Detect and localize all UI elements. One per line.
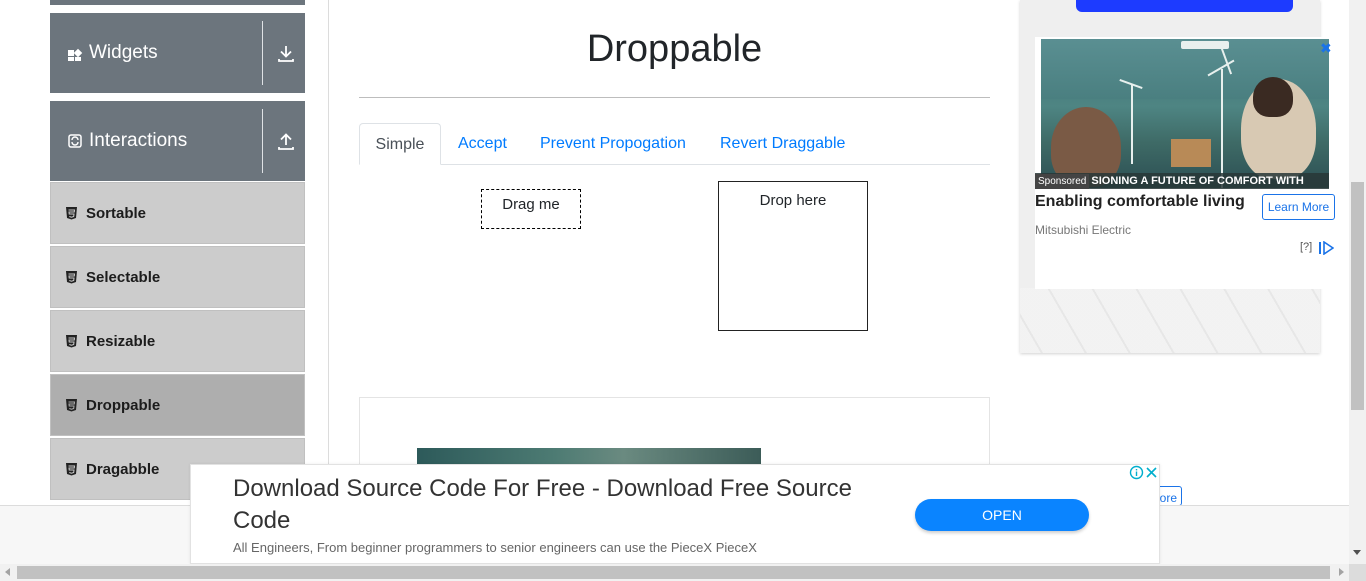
sidebar-item-label: Resizable xyxy=(86,332,156,350)
upload-arrow-icon[interactable] xyxy=(276,131,296,151)
page-title: Droppable xyxy=(586,28,763,70)
close-icon[interactable] xyxy=(1144,465,1159,480)
ad-caption: Sponsored SIONING A FUTURE OF COMFORT WIT… xyxy=(1035,173,1329,189)
ad-image[interactable] xyxy=(1041,39,1329,188)
ad-image-house xyxy=(1171,139,1211,167)
learn-more-button[interactable]: Learn More xyxy=(1262,194,1335,220)
widgets-icon xyxy=(67,45,83,61)
sidebar-item-label: Dragabble xyxy=(86,460,160,478)
html5-icon xyxy=(65,398,78,412)
ad-image-turbine xyxy=(1131,84,1133,164)
vertical-scrollbar-thumb[interactable] xyxy=(1351,182,1364,410)
scroll-left-arrow-icon[interactable] xyxy=(5,568,10,576)
sponsored-label: Sponsored xyxy=(1035,174,1090,189)
vertical-scrollbar[interactable] xyxy=(1349,0,1366,564)
download-arrow-icon[interactable] xyxy=(276,43,296,63)
html5-icon xyxy=(65,334,78,348)
scroll-down-arrow-icon[interactable] xyxy=(1353,550,1361,555)
title-divider xyxy=(359,97,990,98)
tab-revert-draggable[interactable]: Revert Draggable xyxy=(720,123,845,165)
sidebar-item-label: Droppable xyxy=(86,396,161,414)
scroll-right-arrow-icon[interactable] xyxy=(1339,568,1344,576)
droppable-target[interactable]: Drop here xyxy=(718,181,868,331)
sidebar-item-label: Sortable xyxy=(86,204,147,222)
interactions-group-label: Interactions xyxy=(89,130,188,151)
tab-accept[interactable]: Accept xyxy=(458,123,507,165)
ad-headline[interactable]: Enabling comfortable living xyxy=(1035,193,1245,211)
interactions-icon xyxy=(67,133,83,149)
bottom-banner-ad[interactable]: Download Source Code For Free - Download… xyxy=(190,464,1160,564)
html5-icon xyxy=(65,206,78,220)
scrollbar-corner xyxy=(1349,564,1366,581)
sidebar-item-selectable[interactable]: Selectable xyxy=(50,246,305,308)
ad-background-pattern xyxy=(1020,288,1320,353)
ad-image-turbine xyxy=(1221,69,1223,188)
horizontal-scrollbar-thumb[interactable] xyxy=(17,566,1330,579)
banner-title[interactable]: Download Source Code For Free - Download… xyxy=(233,473,873,537)
ad-image-hair xyxy=(1253,77,1293,117)
banner-description: All Engineers, From beginner programmers… xyxy=(233,540,757,555)
group-header-divider xyxy=(262,21,263,85)
ad-button-edge[interactable] xyxy=(1076,0,1293,12)
ad-advertiser[interactable]: Mitsubishi Electric xyxy=(1035,223,1131,237)
sidebar-item-droppable[interactable]: Droppable xyxy=(50,374,305,436)
tab-bar: Simple Accept Prevent Propogation Revert… xyxy=(359,123,990,165)
group-header-divider xyxy=(262,109,263,173)
close-icon[interactable]: ✖ xyxy=(1320,40,1332,57)
ad-caption-text: SIONING A FUTURE OF COMFORT WITH xyxy=(1091,175,1304,187)
sidebar-item-label: Selectable xyxy=(86,268,161,286)
interactions-group-header[interactable]: Interactions xyxy=(50,101,305,181)
info-icon[interactable] xyxy=(1129,465,1144,480)
tab-simple[interactable]: Simple xyxy=(359,123,441,165)
sidebar-item-sortable[interactable]: Sortable xyxy=(50,182,305,244)
draggable-box[interactable]: Drag me xyxy=(481,189,581,229)
ad-choices-label[interactable]: [?] xyxy=(1300,241,1312,253)
adchoices-icon[interactable] xyxy=(1318,240,1335,256)
horizontal-scrollbar[interactable] xyxy=(0,564,1366,581)
html5-icon xyxy=(65,462,78,476)
open-button[interactable]: OPEN xyxy=(915,499,1089,531)
tab-prevent-propogation[interactable]: Prevent Propogation xyxy=(540,123,686,165)
html5-icon xyxy=(65,270,78,284)
sidebar-item-resizable[interactable]: Resizable xyxy=(50,310,305,372)
widgets-group-header[interactable]: Widgets xyxy=(50,13,305,93)
elements-group-header-edge[interactable] xyxy=(50,0,305,5)
sidebar-divider xyxy=(328,0,329,505)
widgets-group-label: Widgets xyxy=(89,42,158,63)
